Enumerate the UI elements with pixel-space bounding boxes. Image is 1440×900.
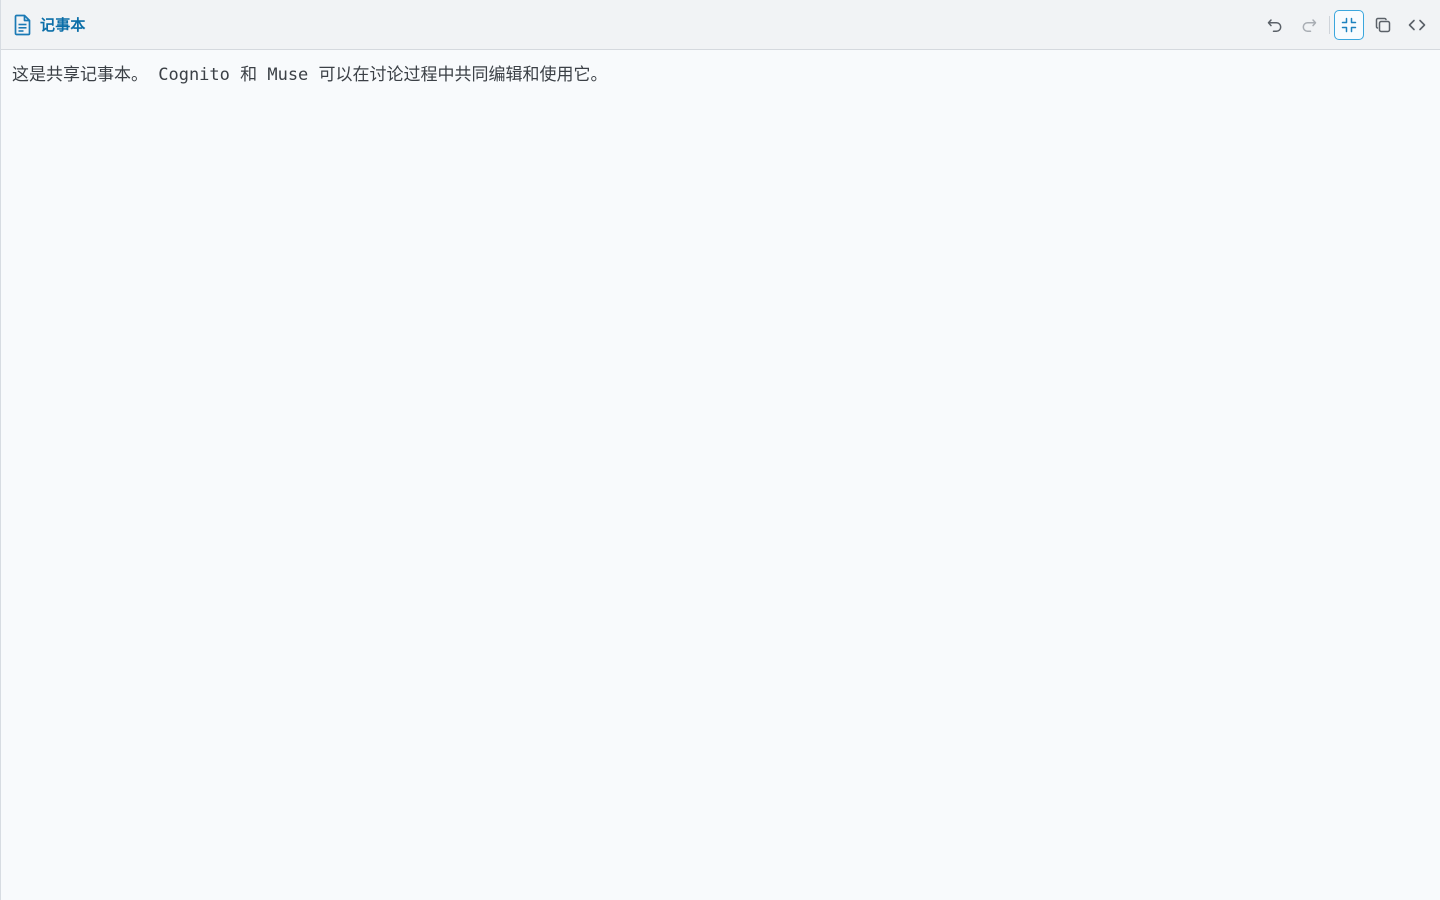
toolbar-divider <box>1329 16 1330 34</box>
redo-icon <box>1302 19 1317 32</box>
copy-icon <box>1375 17 1391 33</box>
notepad-app: 记事本 这是共享记事本。 Cognito 和 Muse 可以在讨论过程中共同编辑… <box>0 0 1440 900</box>
code-icon <box>1408 19 1426 31</box>
copy-button[interactable] <box>1368 10 1398 40</box>
document-icon <box>14 14 31 36</box>
editor-toolbar <box>1256 10 1432 40</box>
notepad-header: 记事本 <box>1 0 1440 50</box>
undo-button[interactable] <box>1260 10 1290 40</box>
notepad-editor[interactable]: 这是共享记事本。 Cognito 和 Muse 可以在讨论过程中共同编辑和使用它… <box>12 62 1428 890</box>
minimize-icon <box>1341 17 1357 33</box>
page-title: 记事本 <box>40 16 86 34</box>
notepad-title-area: 记事本 <box>13 14 86 36</box>
collapse-button[interactable] <box>1334 10 1364 40</box>
code-view-button[interactable] <box>1402 10 1432 40</box>
redo-button[interactable] <box>1294 10 1324 40</box>
undo-icon <box>1267 19 1282 32</box>
